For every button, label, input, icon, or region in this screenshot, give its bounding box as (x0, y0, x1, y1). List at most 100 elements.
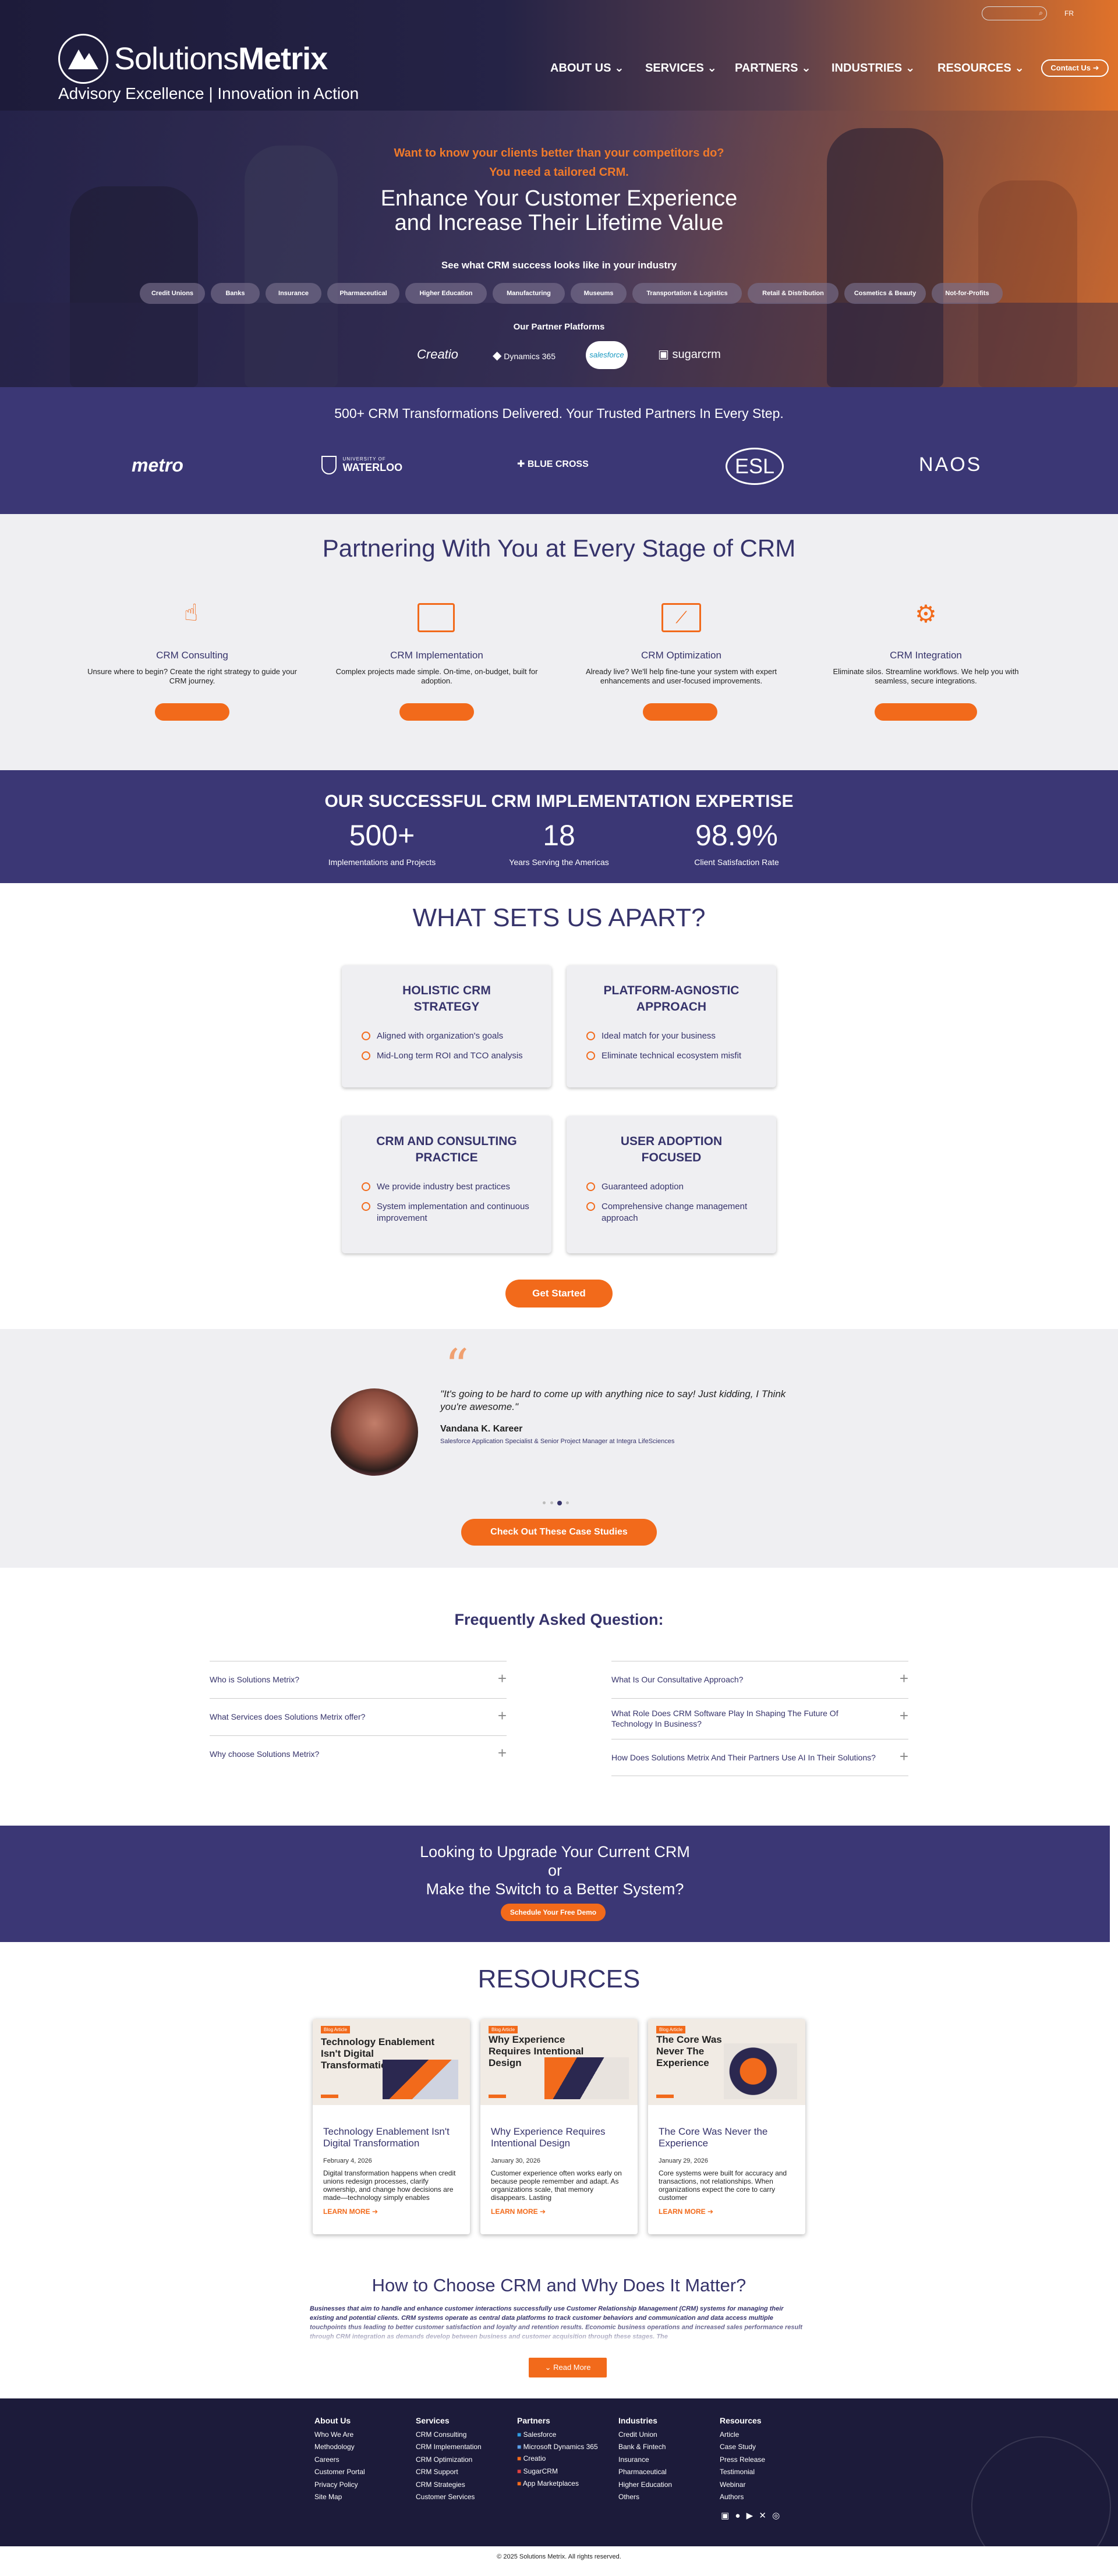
nav-about-us[interactable]: ABOUT US ⌄ (550, 61, 624, 75)
carousel-dot[interactable] (550, 1501, 553, 1504)
resource-image-title: The Core Was Never The Experience (656, 2034, 722, 2068)
footer-link[interactable]: Customer Portal (314, 2466, 365, 2479)
partner-logo-sugarcrm[interactable]: ▣ sugarcrm (658, 347, 721, 362)
plus-icon[interactable]: + (498, 1707, 507, 1725)
linkedin-icon[interactable]: ▣ (721, 2511, 729, 2521)
instagram-icon[interactable]: ◎ (772, 2511, 780, 2521)
nav-services[interactable]: SERVICES ⌄ (645, 61, 717, 75)
footer-link[interactable]: CRM Implementation (416, 2441, 482, 2454)
footer-link[interactable]: Pharmaceutical (618, 2466, 672, 2479)
facebook-icon[interactable]: ● (735, 2511, 740, 2521)
footer-link[interactable]: Privacy Policy (314, 2479, 365, 2492)
industry-chip-not-for-profits[interactable]: Not-for-Profits (932, 283, 1003, 304)
resource-title[interactable]: Technology Enablement Isn't Digital Tran… (323, 2126, 459, 2149)
partner-logo-salesforce[interactable]: salesforce (586, 341, 628, 369)
footer-link[interactable]: Press Release (720, 2454, 765, 2467)
resource-card[interactable]: Blog Article Why Experience Requires Int… (480, 2019, 638, 2234)
chevron-down-icon: ⌄ (707, 62, 717, 75)
schedule-demo-button[interactable]: Schedule Your Free Demo (501, 1904, 606, 1921)
nav-resources[interactable]: RESOURCES ⌄ (937, 61, 1024, 75)
footer-col-services: Services CRM Consulting CRM Implementati… (416, 2415, 482, 2504)
learn-more-link[interactable]: LEARN MORE ➔ (491, 2208, 627, 2216)
contact-us-button[interactable]: Contact Us ➜ (1041, 59, 1109, 77)
language-switch[interactable]: FR (1064, 9, 1074, 17)
carousel-dot-active[interactable] (557, 1501, 562, 1505)
logo-wordmark[interactable]: SolutionsMetrix (114, 41, 328, 77)
learn-more-optimization-button[interactable] (643, 703, 717, 721)
footer-link[interactable]: ■ SugarCRM (517, 2465, 604, 2478)
industry-chip-cosmetics[interactable]: Cosmetics & Beauty (844, 283, 926, 304)
case-studies-button[interactable]: Check Out These Case Studies (461, 1519, 657, 1546)
footer-link[interactable]: Careers (314, 2454, 365, 2467)
footer-link[interactable]: Webinar (720, 2479, 765, 2492)
footer-link[interactable]: ■ Salesforce (517, 2429, 604, 2442)
footer-link[interactable]: Others (618, 2491, 672, 2504)
carousel-dot[interactable] (543, 1501, 546, 1504)
footer-link[interactable]: ■ Microsoft Dynamics 365 (517, 2441, 604, 2453)
faq-item[interactable]: Why choose Solutions Metrix? + (210, 1735, 507, 1773)
footer-link[interactable]: Who We Are (314, 2429, 365, 2442)
industry-chip-credit-unions[interactable]: Credit Unions (140, 283, 205, 304)
footer-link[interactable]: Customer Services (416, 2491, 482, 2504)
upgrade-band: Looking to Upgrade Your Current CRM or M… (0, 1826, 1110, 1942)
get-started-button[interactable]: Get Started (505, 1280, 613, 1308)
footer-link[interactable]: Insurance (618, 2454, 672, 2467)
footer-link[interactable]: ■ Creatio (517, 2453, 604, 2465)
learn-more-link[interactable]: LEARN MORE ➔ (323, 2208, 459, 2216)
plus-icon[interactable]: + (900, 1748, 908, 1766)
apart-card-title: USER ADOPTION FOCUSED (620, 1135, 723, 1164)
plus-icon[interactable]: + (900, 1670, 908, 1688)
faq-item[interactable]: What Services does Solutions Metrix offe… (210, 1698, 507, 1735)
footer-link[interactable]: ■ App Marketplaces (517, 2478, 604, 2490)
partner-logo-creatio[interactable]: Creatio (417, 347, 458, 362)
industry-chip-retail[interactable]: Retail & Distribution (748, 283, 838, 304)
learn-more-link[interactable]: LEARN MORE ➔ (659, 2208, 795, 2216)
carousel-dot[interactable] (566, 1501, 569, 1504)
plus-icon[interactable]: + (498, 1670, 507, 1688)
footer-link[interactable]: Authors (720, 2491, 765, 2504)
partner-logo-dynamics[interactable]: ◆ Dynamics 365 (493, 348, 556, 363)
faq-item[interactable]: How Does Solutions Metrix And Their Part… (611, 1739, 908, 1776)
footer-link[interactable]: Credit Union (618, 2429, 672, 2442)
resource-card[interactable]: Blog Article The Core Was Never The Expe… (648, 2019, 805, 2234)
carousel-dots[interactable] (543, 1500, 578, 1506)
nav-industries[interactable]: INDUSTRIES ⌄ (832, 61, 915, 75)
industry-chip-banks[interactable]: Banks (211, 283, 260, 304)
footer-link[interactable]: Methodology (314, 2441, 365, 2454)
faq-item[interactable]: What Is Our Consultative Approach? + (611, 1661, 908, 1698)
logo-mark-icon[interactable] (58, 34, 108, 84)
youtube-icon[interactable]: ▶ (746, 2511, 753, 2521)
plus-icon[interactable]: + (900, 1707, 908, 1725)
resource-title[interactable]: Why Experience Requires Intentional Desi… (491, 2126, 627, 2149)
resource-title[interactable]: The Core Was Never the Experience (659, 2126, 795, 2149)
footer-link[interactable]: Testimonial (720, 2466, 765, 2479)
learn-more-integration-button[interactable] (875, 703, 977, 721)
faq-item[interactable]: Who is Solutions Metrix? + (210, 1661, 507, 1698)
footer-link[interactable]: Higher Education (618, 2479, 672, 2492)
footer-link[interactable]: Bank & Fintech (618, 2441, 672, 2454)
industry-chip-insurance[interactable]: Insurance (266, 283, 321, 304)
industry-chip-higher-education[interactable]: Higher Education (405, 283, 487, 304)
footer-link[interactable]: CRM Support (416, 2466, 482, 2479)
industry-chip-pharmaceutical[interactable]: Pharmaceutical (327, 283, 399, 304)
footer-link[interactable]: Site Map (314, 2491, 365, 2504)
footer-link[interactable]: CRM Strategies (416, 2479, 482, 2492)
industry-chip-manufacturing[interactable]: Manufacturing (493, 283, 565, 304)
resource-card[interactable]: Blog Article Technology Enablement Isn't… (313, 2019, 470, 2234)
footer-link[interactable]: CRM Optimization (416, 2454, 482, 2467)
check-point: Aligned with organization's goals (362, 1030, 551, 1042)
x-twitter-icon[interactable]: ✕ (759, 2511, 766, 2521)
learn-more-consulting-button[interactable] (155, 703, 229, 721)
read-more-button[interactable]: ⌄ Read More (529, 2358, 607, 2377)
search-icon[interactable]: ⌕ (1039, 9, 1043, 17)
search-input[interactable]: ⌕ (982, 6, 1047, 20)
plus-icon[interactable]: + (498, 1744, 507, 1762)
learn-more-implementation-button[interactable] (399, 703, 474, 721)
industry-chip-transportation[interactable]: Transportation & Logistics (632, 283, 742, 304)
footer-link[interactable]: Case Study (720, 2441, 765, 2454)
industry-chip-museums[interactable]: Museums (571, 283, 627, 304)
footer-link[interactable]: Article (720, 2429, 765, 2442)
nav-partners[interactable]: PARTNERS ⌄ (735, 61, 811, 75)
footer-link[interactable]: CRM Consulting (416, 2429, 482, 2442)
faq-item[interactable]: What Role Does CRM Software Play In Shap… (611, 1698, 908, 1739)
